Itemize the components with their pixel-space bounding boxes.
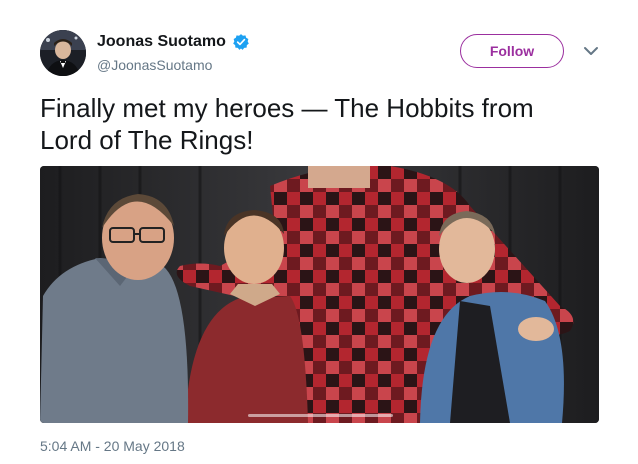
avatar-photo-icon <box>40 30 86 76</box>
chevron-down-icon[interactable] <box>583 44 599 56</box>
follow-button[interactable]: Follow <box>460 34 564 68</box>
author-name[interactable]: Joonas Suotamo <box>97 33 226 51</box>
avatar[interactable] <box>40 30 86 76</box>
tweet-photo[interactable] <box>40 166 599 423</box>
author-handle[interactable]: @JoonasSuotamo <box>97 57 212 73</box>
photo-image-icon <box>40 166 599 423</box>
author-name-row[interactable]: Joonas Suotamo <box>97 33 250 51</box>
tweet-text: Finally met my heroes — The Hobbits from… <box>40 93 534 155</box>
tweet-timestamp[interactable]: 5:04 AM - 20 May 2018 <box>40 438 185 454</box>
verified-badge-icon <box>232 33 250 51</box>
